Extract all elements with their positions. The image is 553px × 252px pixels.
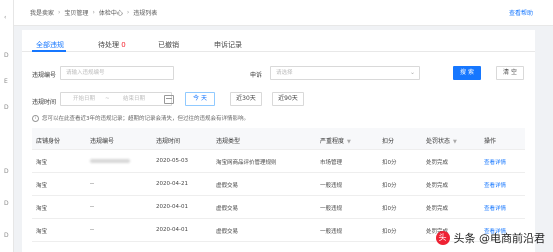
violation-table: 店铺身份 违规编号 违规时间 违规类型 严重程度 ▼ 扣分 处罚状态 ▼ 操作 淘宝… [32, 128, 525, 242]
cell-shop: 淘宝 [36, 206, 48, 212]
breadcrumb-separator: › [58, 9, 61, 16]
violation-time-label: 违规时间 [32, 99, 57, 106]
watermark-text: 头条 @电商前沿君 [453, 232, 546, 245]
cell-violation-no: -- [90, 204, 94, 210]
view-details-link[interactable]: 查看详情 [484, 181, 506, 189]
help-link[interactable]: 查看帮助 [509, 8, 533, 17]
filter-icon[interactable]: ▼ [453, 139, 457, 145]
view-details-link[interactable]: 查看详情 [484, 158, 506, 166]
quick-range-30d[interactable]: 近30天 [230, 92, 262, 106]
active-tab-indicator [32, 50, 66, 52]
tab-pending[interactable]: 待处理 0 [98, 40, 126, 50]
sidebar-item[interactable]: E [4, 78, 8, 85]
violation-no-input[interactable]: 请输入违规编号 [60, 66, 174, 80]
cell-type: 虚假交易 [216, 206, 239, 212]
violation-no-label: 违规编号 [32, 72, 57, 79]
tab-all-violations[interactable]: 全部违规 [36, 40, 64, 50]
breadcrumb-item-current: 违规列表 [133, 10, 158, 17]
sidebar-collapse-icon[interactable]: ‹ [4, 14, 6, 21]
date-range-input[interactable]: 开始日期 ~ 结束日期 [60, 92, 172, 106]
appeal-select[interactable]: 请选择 ⌄ [270, 66, 420, 80]
chevron-down-icon: ⌄ [409, 69, 415, 76]
redacted-violation-no [90, 159, 130, 163]
watermark: 头 头条 @电商前沿君 [435, 230, 546, 246]
tab-bar: 全部违规 待处理 0 已撤销 申诉记录 [22, 30, 535, 52]
cell-violation-no: -- [90, 227, 94, 233]
cell-points: 扣0分 [382, 206, 397, 212]
cell-severity: 一般违规 [320, 183, 343, 189]
column-header-severity[interactable]: 严重程度 ▼ [320, 136, 351, 145]
cell-shop: 淘宝 [36, 183, 48, 189]
cell-time: 2020-05-03 [156, 158, 188, 164]
cell-time: 2020-04-21 [156, 181, 188, 187]
quick-range-90d[interactable]: 近90天 [272, 92, 304, 106]
tab-revoked[interactable]: 已撤销 [158, 40, 179, 50]
cell-points: 扣0分 [382, 160, 397, 166]
cell-points: 扣0分 [382, 183, 397, 189]
breadcrumb-item[interactable]: 我是卖家 [30, 8, 54, 17]
sidebar-item[interactable]: D [4, 168, 9, 175]
filter-icon[interactable]: ▼ [347, 139, 351, 145]
table-header: 店铺身份 违规编号 违规时间 违规类型 严重程度 ▼ 扣分 处罚状态 ▼ 操作 [32, 128, 525, 150]
view-details-link[interactable]: 查看详情 [484, 204, 506, 212]
cell-severity: 市场管理 [320, 160, 343, 166]
breadcrumb-separator: › [126, 9, 130, 16]
history-notice: i 您可以在此查看近3年的违规记录；超期的记录会清失，但过往的违规会有详情影响。 [32, 114, 249, 122]
column-header: 操作 [484, 138, 497, 145]
sidebar: ‹ D E D D D D [0, 0, 14, 252]
column-header: 店铺身份 [36, 138, 61, 145]
sidebar-item[interactable]: D [4, 52, 9, 59]
pending-count-badge: 0 [121, 41, 126, 49]
column-header: 违规编号 [90, 138, 115, 145]
top-bar: 我是卖家 › 宝贝管理 › 体检中心 › 违规列表 查看帮助 [14, 0, 553, 26]
info-icon: i [32, 114, 39, 122]
cell-shop: 淘宝 [36, 160, 48, 166]
breadcrumb-item[interactable]: 宝贝管理 [64, 8, 88, 17]
cell-points: 扣0分 [382, 229, 397, 235]
calendar-icon[interactable] [164, 95, 174, 104]
breadcrumb-separator: › [92, 9, 95, 16]
breadcrumb-item[interactable]: 体检中心 [99, 8, 123, 17]
appeal-select-placeholder: 请选择 [276, 70, 293, 76]
column-header-label: 严重程度 [320, 138, 345, 145]
column-header: 违规时间 [156, 138, 181, 145]
cell-shop: 淘宝 [36, 229, 48, 235]
column-header-label: 处罚状态 [426, 138, 451, 145]
clear-button[interactable]: 清 空 [496, 66, 524, 80]
notice-text: 您可以在此查看近3年的违规记录；超期的记录会清失，但过往的违规会有详情影响。 [42, 116, 250, 122]
cell-type: 虚假交易 [216, 183, 239, 189]
search-button[interactable]: 搜 索 [453, 66, 481, 80]
cell-time: 2020-04-01 [156, 227, 188, 233]
column-header: 违规类型 [216, 138, 241, 145]
table-row: 淘宝 2020-05-03 淘宝网商品评价管理规则 市场管理 扣0分 处罚完成 … [32, 150, 525, 173]
cell-time: 2020-04-01 [156, 204, 188, 210]
watermark-logo-icon: 头 [435, 231, 450, 245]
cell-status: 处罚完成 [426, 160, 449, 166]
cell-violation-no: -- [90, 181, 94, 187]
cell-status: 处罚完成 [426, 206, 449, 212]
sidebar-item[interactable]: D [4, 232, 9, 239]
table-row: 淘宝 -- 2020-04-21 虚假交易 一般违规 扣0分 处罚完成 查看详情 [32, 173, 525, 196]
sidebar-item[interactable]: D [4, 104, 9, 111]
end-date-placeholder: 结束日期 [123, 96, 146, 102]
cell-status: 处罚完成 [426, 183, 449, 189]
sidebar-item[interactable]: D [4, 200, 9, 207]
column-header-status[interactable]: 处罚状态 ▼ [426, 136, 457, 145]
tab-appeal-records[interactable]: 申诉记录 [214, 40, 242, 50]
breadcrumb: 我是卖家 › 宝贝管理 › 体检中心 › 违规列表 [30, 8, 157, 17]
tab-pending-label: 待处理 [98, 41, 119, 49]
cell-type: 虚假交易 [216, 229, 239, 235]
main-panel: 全部违规 待处理 0 已撤销 申诉记录 违规编号 请输入违规编号 申诉 请选择 … [22, 30, 535, 252]
start-date-placeholder: 开始日期 [73, 96, 96, 102]
cell-severity: 一般违规 [320, 229, 343, 235]
column-header: 扣分 [382, 138, 395, 145]
quick-range-today[interactable]: 今 天 [185, 92, 215, 106]
cell-severity: 一般违规 [320, 206, 343, 212]
date-range-separator: ~ [105, 96, 110, 102]
appeal-label: 申诉 [250, 72, 263, 79]
cell-type: 淘宝网商品评价管理规则 [216, 160, 277, 166]
table-row: 淘宝 -- 2020-04-01 虚假交易 一般违规 扣0分 处罚完成 查看详情 [32, 196, 525, 219]
